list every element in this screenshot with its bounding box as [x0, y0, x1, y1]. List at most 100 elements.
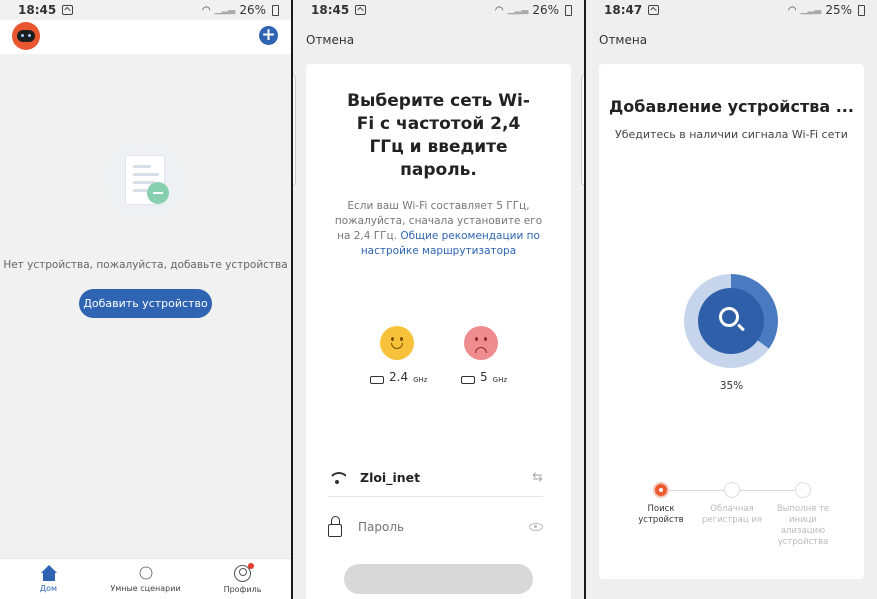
notification-icon [62, 5, 74, 15]
nav-item-scenes[interactable]: Умные сценарии [97, 559, 194, 599]
nav-label: Профиль [223, 585, 262, 594]
wifi-setup-screen: 18:45 ◠ ▁▂▃ 26% Отмена Выберите сеть Wi-… [293, 0, 584, 599]
progress-ring [684, 274, 778, 368]
wifi-description: Если ваш Wi-Fi составляет 5 ГГц, пожалуй… [334, 199, 543, 259]
next-card-edge [581, 75, 584, 185]
page-subtitle: Убедитесь в наличии сигнала Wi-Fi сети [615, 128, 848, 141]
nav-label: Умные сценарии [110, 584, 181, 593]
progress-steps: Поиск устройств Облачная регистрац ия Вы… [619, 482, 844, 562]
doc-line [133, 165, 151, 168]
home-screen: 18:45 ◠ ▁▂▃ 26% + Нет устройства, пожалу… [0, 0, 291, 599]
status-right: ◠ ▁▂▃ 25% [788, 3, 865, 17]
nav-item-home[interactable]: Дом [0, 559, 97, 599]
previous-card-edge [293, 75, 296, 185]
progress-ring-core [698, 288, 764, 354]
battery-percent: 26% [532, 3, 559, 17]
eye-icon [400, 337, 403, 341]
band-good-label: 2.4 GHz [370, 370, 427, 384]
sad-face-icon [464, 326, 498, 360]
ssid-field[interactable]: Zloi_inet ⇆ [328, 459, 543, 497]
bottom-nav: Дом Умные сценарии Профиль [0, 558, 291, 599]
page-title: Выберите сеть Wi-Fi с частотой 2,4 ГГц и… [347, 91, 530, 180]
status-time: 18:45 [18, 3, 57, 17]
status-right: ◠ ▁▂▃ 26% [202, 3, 279, 17]
band-unit: GHz [492, 376, 508, 384]
cancel-button[interactable]: Отмена [599, 33, 647, 47]
nav-item-profile[interactable]: Профиль [194, 559, 291, 599]
happy-face-icon [380, 326, 414, 360]
eye-icon [475, 337, 478, 341]
wifi-card: Выберите сеть Wi-Fi с частотой 2,4 ГГц и… [306, 64, 571, 599]
band-value: 5 [480, 370, 488, 384]
avatar[interactable] [12, 22, 40, 50]
wifi-signal-icon: ◠ [787, 4, 797, 16]
wifi-signal-icon: ◠ [494, 4, 504, 16]
sun-icon [139, 566, 152, 580]
router-icon [461, 376, 475, 384]
band-unit: GHz [413, 376, 428, 384]
empty-state-text: Нет устройства, пожалуйста, добавьте уст… [3, 259, 288, 271]
next-button[interactable] [344, 564, 533, 594]
status-bar: 18:45 ◠ ▁▂▃ 26% [0, 0, 291, 20]
band-value: 2.4 [389, 370, 409, 384]
wifi-icon [328, 471, 346, 484]
eye-icon [28, 34, 31, 37]
router-icon [370, 376, 384, 384]
progress-percent: 35% [719, 380, 744, 392]
doc-line [133, 173, 159, 176]
add-button[interactable]: + [259, 26, 278, 45]
mouth-icon [475, 347, 487, 353]
status-bar: 18:47 ◠ ▁▂▃ 25% [586, 0, 877, 20]
battery-icon [272, 4, 279, 16]
empty-state-illustration [100, 130, 190, 225]
password-input[interactable] [358, 520, 518, 534]
cell-signal-icon: ▁▂▃ [214, 5, 236, 15]
home-header: + [0, 20, 291, 54]
eye-icon [21, 34, 24, 37]
notification-icon [355, 5, 367, 15]
notification-dot [248, 563, 254, 569]
robot-face-icon [17, 30, 35, 42]
step-search: Поиск устройств [626, 482, 696, 526]
step-dot [795, 482, 811, 498]
eye-icon [484, 337, 487, 341]
battery-icon [858, 4, 865, 16]
page-title: Добавление устройства ... [609, 97, 854, 116]
band-bad-label: 5 GHz [461, 370, 507, 384]
profile-icon [234, 563, 254, 582]
step-label: Поиск устройств [638, 504, 684, 525]
status-right: ◠ ▁▂▃ 26% [495, 3, 572, 17]
swap-network-icon[interactable]: ⇆ [532, 470, 543, 485]
battery-percent: 25% [825, 3, 852, 17]
step-cloud: Облачная регистрац ия [697, 482, 767, 526]
eye-icon [391, 337, 394, 341]
mouth-icon [391, 343, 403, 349]
wifi-signal-icon: ◠ [201, 4, 211, 16]
password-field-row [328, 509, 543, 545]
step-label: Выполня те иници ализацию устройства [776, 504, 830, 547]
status-time: 18:45 [311, 3, 350, 17]
notification-icon [648, 5, 660, 15]
battery-icon [565, 4, 572, 16]
nav-label: Дом [39, 584, 58, 593]
add-device-button[interactable]: Добавить устройство [79, 289, 212, 318]
home-icon [40, 565, 58, 581]
ssid-value: Zloi_inet [360, 470, 421, 485]
doc-line [133, 189, 147, 192]
step-label: Облачная регистрац ия [702, 504, 762, 525]
cell-signal-icon: ▁▂▃ [800, 5, 822, 15]
cell-signal-icon: ▁▂▃ [507, 5, 529, 15]
minus-badge-icon [147, 182, 169, 204]
battery-percent: 26% [239, 3, 266, 17]
adding-card: Добавление устройства ... Убедитесь в на… [599, 64, 864, 579]
step-dot [653, 482, 669, 498]
search-icon [719, 307, 739, 327]
cancel-button[interactable]: Отмена [306, 33, 354, 47]
lock-icon [328, 515, 342, 537]
adding-device-screen: 18:47 ◠ ▁▂▃ 25% Отмена Добавление устрой… [586, 0, 877, 599]
show-password-icon[interactable] [529, 523, 543, 531]
status-bar: 18:45 ◠ ▁▂▃ 26% [293, 0, 584, 20]
status-time: 18:47 [604, 3, 643, 17]
step-init: Выполня те иници ализацию устройства [768, 482, 838, 548]
step-dot [724, 482, 740, 498]
